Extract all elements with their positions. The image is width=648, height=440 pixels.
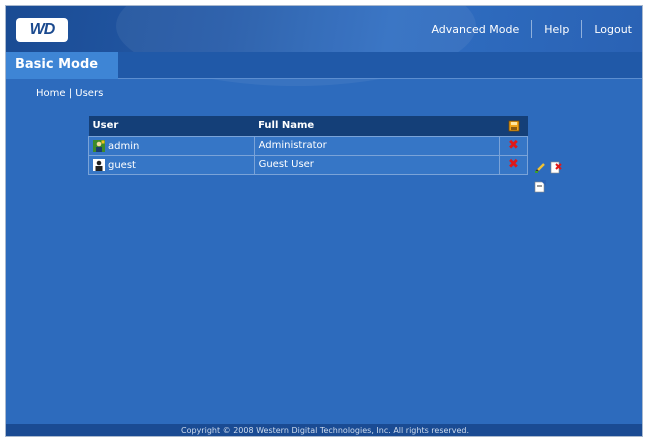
- delete-user-icon[interactable]: [550, 161, 562, 174]
- table-row[interactable]: guest Guest User ✖: [88, 154, 528, 175]
- app-window: WD Advanced Mode Help Logout Basic Mode …: [5, 5, 643, 437]
- logout-link[interactable]: Logout: [582, 23, 642, 36]
- breadcrumb: Home | Users: [36, 88, 103, 99]
- table-row[interactable]: admin Administrator ✖: [88, 135, 528, 156]
- full-name-cell: Guest User: [253, 154, 500, 175]
- breadcrumb-current: Users: [75, 88, 104, 99]
- logo-text: WD: [29, 21, 56, 38]
- wd-logo[interactable]: WD: [16, 18, 68, 42]
- full-name-cell: Administrator: [253, 135, 500, 156]
- column-header-user: User: [88, 116, 255, 136]
- tab-basic-mode[interactable]: Basic Mode: [6, 52, 118, 79]
- delete-cell: ✖: [499, 154, 528, 175]
- users-table: User Full Name admin Administrator ✖ gue…: [88, 116, 528, 175]
- user-name: guest: [108, 159, 136, 171]
- header-icon-cell: [499, 116, 528, 136]
- table-header-row: User Full Name: [88, 116, 528, 136]
- copyright-text: Copyright © 2008 Western Digital Technol…: [181, 426, 469, 435]
- user-cell[interactable]: admin: [88, 135, 255, 156]
- advanced-mode-link[interactable]: Advanced Mode: [419, 23, 531, 36]
- admin-user-icon: [93, 139, 105, 152]
- help-link[interactable]: Help: [532, 23, 581, 36]
- delete-x-icon[interactable]: ✖: [508, 157, 519, 172]
- breadcrumb-separator: |: [68, 88, 73, 99]
- users-save-icon[interactable]: [508, 120, 520, 132]
- user-name: admin: [108, 140, 140, 152]
- footer: Copyright © 2008 Western Digital Technol…: [6, 424, 642, 436]
- user-cell[interactable]: guest: [88, 154, 255, 175]
- delete-cell: ✖: [499, 135, 528, 156]
- add-user-icon[interactable]: [534, 180, 546, 193]
- top-nav: Advanced Mode Help Logout: [419, 6, 642, 52]
- header: WD Advanced Mode Help Logout: [6, 6, 642, 86]
- breadcrumb-home-link[interactable]: Home: [36, 88, 66, 99]
- delete-x-icon[interactable]: ✖: [508, 138, 519, 153]
- edit-pencil-icon[interactable]: [534, 162, 546, 174]
- guest-user-icon: [93, 158, 105, 171]
- column-header-full-name: Full Name: [254, 116, 500, 136]
